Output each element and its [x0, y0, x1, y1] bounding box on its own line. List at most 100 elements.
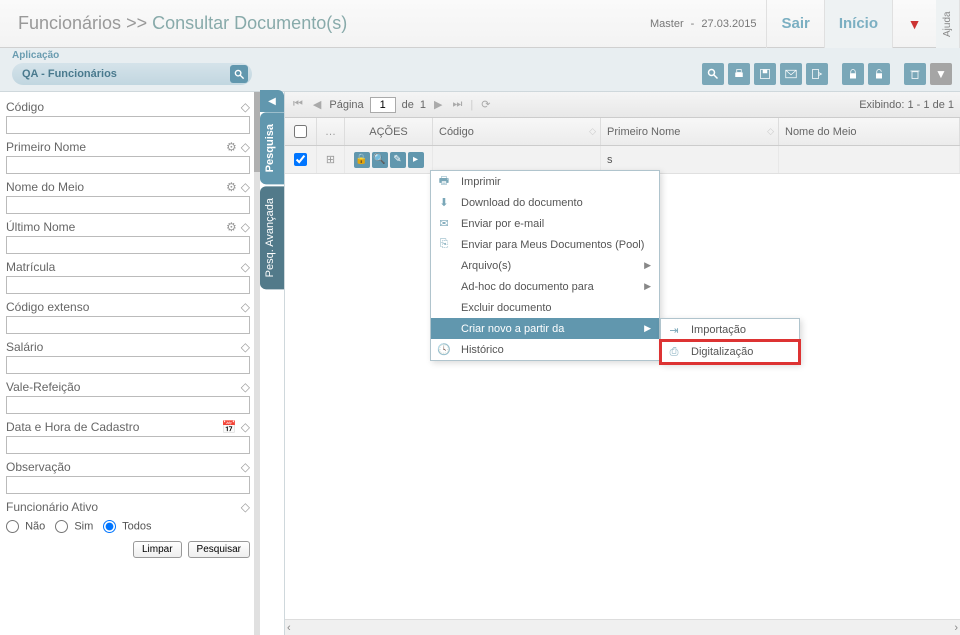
row-lock-icon[interactable]: 🔒: [354, 152, 370, 168]
pool-icon: ⎘: [435, 237, 453, 253]
page-total: 1: [420, 99, 426, 111]
field-input[interactable]: [6, 396, 250, 414]
row-edit-icon[interactable]: ✎: [390, 152, 406, 168]
field-label: Código: [6, 100, 44, 114]
field-label: Vale-Refeição: [6, 380, 80, 394]
next-page-icon[interactable]: ▶: [432, 98, 444, 111]
sort-icon[interactable]: ◇: [767, 126, 774, 137]
sort-icon[interactable]: ◇: [589, 126, 596, 137]
submenu-scan[interactable]: ⎙Digitalização: [661, 341, 799, 363]
toolbar-more-icon[interactable]: ▼: [930, 63, 952, 85]
breadcrumb: Funcionários >> Consultar Documento(s): [0, 13, 650, 34]
field-input[interactable]: [6, 156, 250, 174]
field-input[interactable]: [6, 196, 250, 214]
side-tabs: ◀ Pesquisa Pesq. Avançada: [260, 92, 284, 635]
toolbar-print-icon[interactable]: [728, 63, 750, 85]
header-actions: AÇÕES: [345, 118, 433, 145]
ctx-files[interactable]: Arquivo(s)▶: [431, 255, 659, 276]
toolbar-separator: [894, 63, 900, 85]
side-tab-handle-icon[interactable]: ◀: [260, 90, 284, 112]
gear-icon[interactable]: ⚙: [226, 220, 237, 234]
tag-icon[interactable]: ◇: [241, 180, 250, 194]
exit-button[interactable]: Sair: [766, 0, 823, 48]
field-input[interactable]: [6, 476, 250, 494]
scroll-left-icon[interactable]: ‹: [287, 622, 291, 634]
tag-icon[interactable]: ◇: [241, 260, 250, 274]
toolbar-lock-icon[interactable]: [842, 63, 864, 85]
ctx-history[interactable]: 🕓Histórico: [431, 339, 659, 360]
scroll-right-icon[interactable]: ›: [954, 622, 958, 634]
tag-icon[interactable]: ◇: [241, 340, 250, 354]
search-field: Salário◇: [6, 340, 250, 374]
toolbar-search-icon[interactable]: [702, 63, 724, 85]
ctx-create-from[interactable]: Criar novo a partir da▶: [431, 318, 659, 339]
field-input[interactable]: [6, 316, 250, 334]
ctx-adhoc[interactable]: Ad-hoc do documento para▶: [431, 276, 659, 297]
home-button[interactable]: Início: [824, 0, 892, 48]
radio-yes[interactable]: Sim: [55, 520, 93, 533]
tag-icon[interactable]: ◇: [241, 220, 250, 234]
adhoc-icon: [435, 279, 453, 295]
ctx-pool[interactable]: ⎘Enviar para Meus Documentos (Pool): [431, 234, 659, 255]
toolbar-email-icon[interactable]: [780, 63, 802, 85]
last-page-icon[interactable]: ⏭: [450, 98, 464, 111]
tag-icon[interactable]: ◇: [241, 140, 250, 154]
first-page-icon[interactable]: ⏮: [291, 98, 305, 111]
help-tab[interactable]: Ajuda: [936, 0, 960, 48]
field-input[interactable]: [6, 276, 250, 294]
tag-icon[interactable]: ◇: [241, 460, 250, 474]
header-codigo[interactable]: Código◇: [433, 118, 601, 145]
header-dropdown[interactable]: ▼: [892, 0, 936, 48]
row-primeiro-nome: s: [601, 146, 779, 173]
radio-no[interactable]: Não: [6, 520, 45, 533]
field-label: Último Nome: [6, 220, 75, 234]
search-buttons: Limpar Pesquisar: [6, 541, 250, 558]
tag-icon[interactable]: ◇: [241, 100, 250, 114]
showing-label: Exibindo: 1 - 1 de 1: [859, 99, 954, 111]
ctx-delete[interactable]: Excluir documento: [431, 297, 659, 318]
toolbar-delete-icon[interactable]: [904, 63, 926, 85]
ctx-download[interactable]: ⬇Download do documento: [431, 192, 659, 213]
prev-page-icon[interactable]: ◀: [311, 98, 323, 111]
calendar-icon[interactable]: 📅: [222, 420, 237, 434]
tab-advanced-search[interactable]: Pesq. Avançada: [260, 186, 284, 289]
search-icon[interactable]: [230, 65, 248, 83]
toolbar-unlock-icon[interactable]: [868, 63, 890, 85]
scan-icon: ⎙: [665, 344, 683, 360]
tag-icon[interactable]: ◇: [241, 420, 250, 434]
clear-button[interactable]: Limpar: [133, 541, 182, 558]
tag-icon[interactable]: ◇: [241, 380, 250, 394]
user-info: Master - 27.03.2015: [650, 18, 756, 30]
application-selector[interactable]: QA - Funcionários: [12, 63, 252, 85]
row-expand-icon[interactable]: ⊞: [317, 146, 345, 173]
page-label: Página: [329, 99, 363, 111]
gear-icon[interactable]: ⚙: [226, 180, 237, 194]
refresh-icon[interactable]: ⟳: [479, 98, 492, 111]
field-input[interactable]: [6, 236, 250, 254]
horizontal-scrollbar[interactable]: ‹ ›: [285, 619, 960, 635]
submenu-import[interactable]: ⇥Importação: [661, 319, 799, 341]
radio-all[interactable]: Todos: [103, 520, 151, 533]
row-menu-icon[interactable]: ▸: [408, 152, 424, 168]
tag-icon[interactable]: ◇: [241, 500, 250, 514]
search-button[interactable]: Pesquisar: [188, 541, 250, 558]
submenu-arrow-icon: ▶: [644, 281, 651, 292]
tag-icon[interactable]: ◇: [241, 300, 250, 314]
tab-search[interactable]: Pesquisa: [260, 112, 284, 184]
import-icon: ⇥: [665, 322, 683, 338]
page-input[interactable]: [370, 97, 396, 113]
gear-icon[interactable]: ⚙: [226, 140, 237, 154]
header-primeiro-nome[interactable]: Primeiro Nome◇: [601, 118, 779, 145]
toolbar-export-icon[interactable]: [806, 63, 828, 85]
header-checkbox[interactable]: [285, 118, 317, 145]
toolbar-save-icon[interactable]: [754, 63, 776, 85]
row-view-icon[interactable]: 🔍: [372, 152, 388, 168]
field-input[interactable]: [6, 356, 250, 374]
field-input[interactable]: [6, 436, 250, 454]
field-input[interactable]: [6, 116, 250, 134]
ctx-email[interactable]: ✉Enviar por e-mail: [431, 213, 659, 234]
header-nome-meio[interactable]: Nome do Meio: [779, 118, 960, 145]
row-checkbox[interactable]: [285, 146, 317, 173]
ctx-print[interactable]: 🖶Imprimir: [431, 171, 659, 192]
submenu-arrow-icon: ▶: [644, 323, 651, 334]
